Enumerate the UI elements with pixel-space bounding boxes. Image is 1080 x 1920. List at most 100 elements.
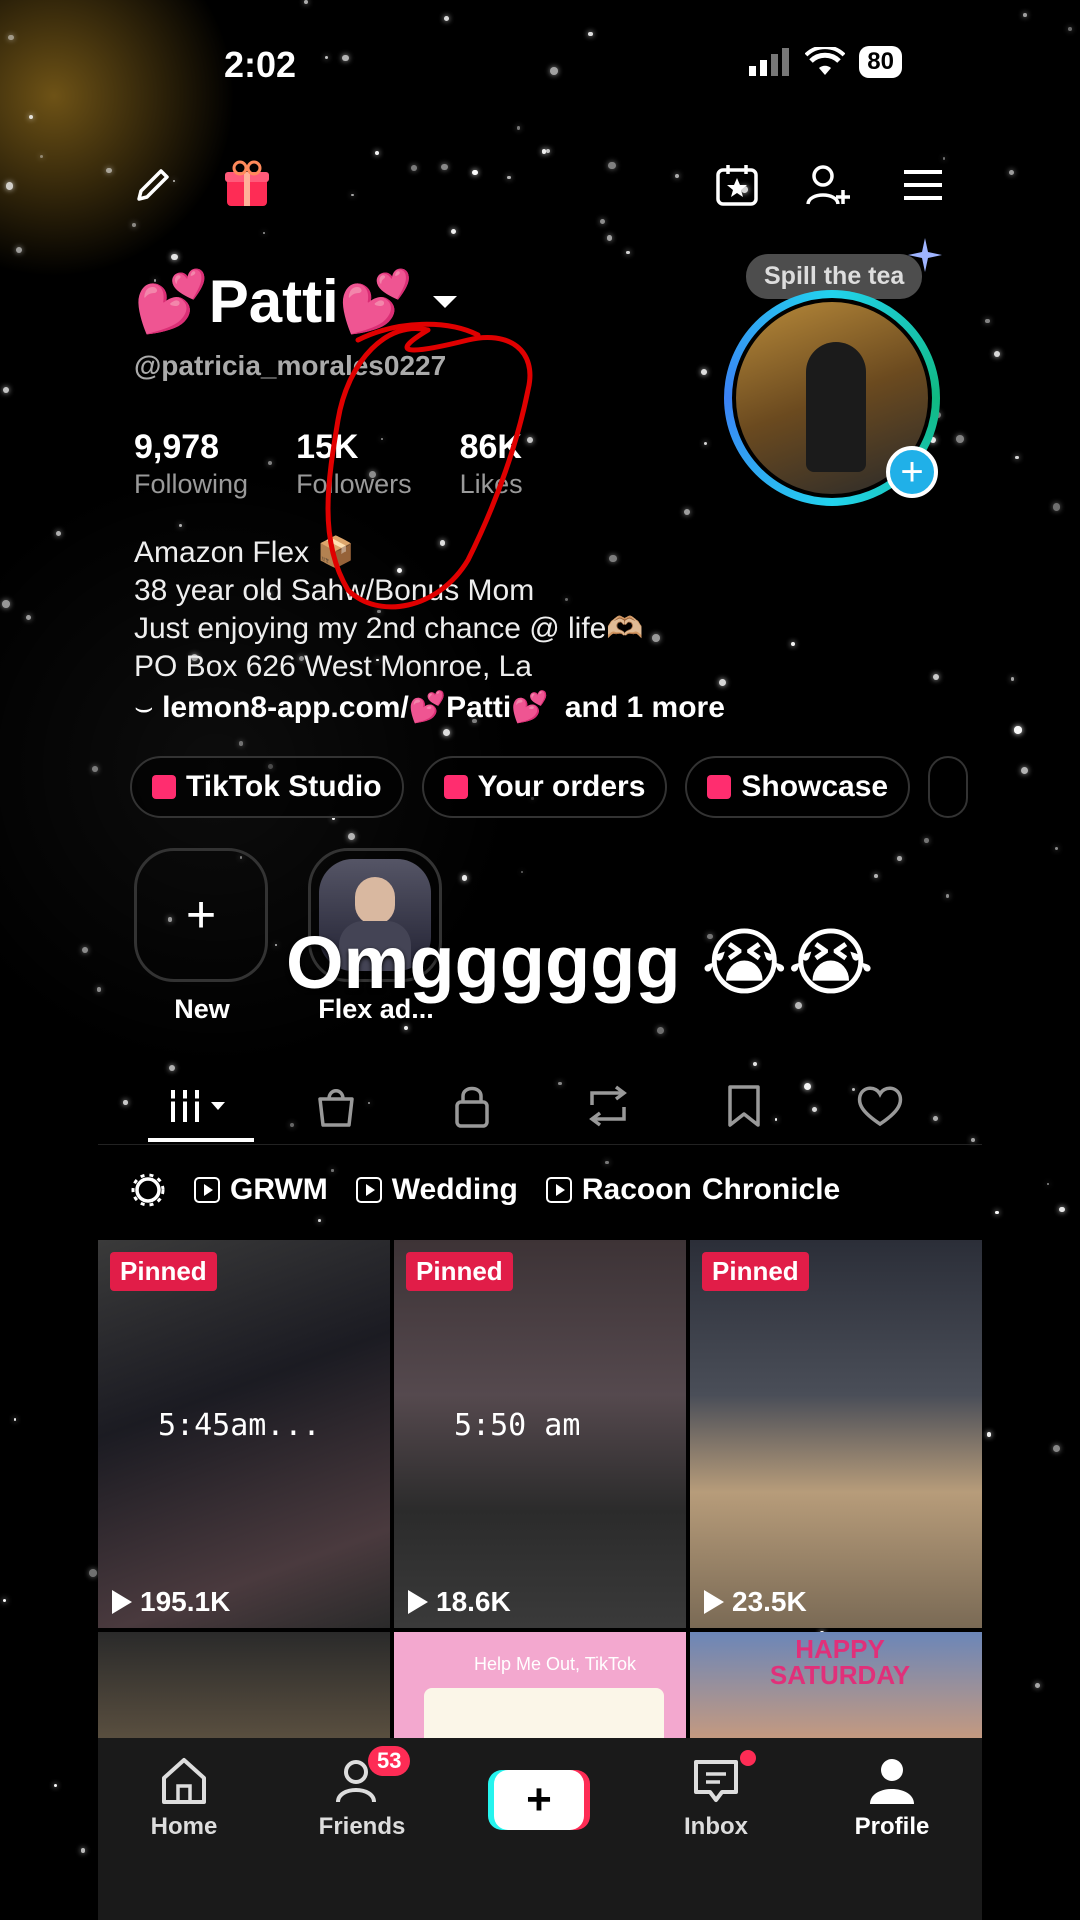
nav-friends[interactable]: 53 Friends bbox=[302, 1746, 422, 1841]
sparkle-dot bbox=[1034, 1683, 1040, 1689]
playlist-icon bbox=[355, 1177, 382, 1203]
status-icons: 80 bbox=[747, 46, 902, 78]
chevron-down-icon[interactable] bbox=[431, 292, 459, 312]
playlist-wedding[interactable]: Wedding bbox=[355, 1173, 518, 1207]
stat-followers[interactable]: 15K Followers bbox=[296, 428, 412, 500]
content-tabs bbox=[98, 1076, 982, 1146]
sparkle-icon bbox=[908, 238, 942, 272]
sparkle-dot bbox=[55, 531, 61, 537]
tab-favorites[interactable] bbox=[704, 1076, 784, 1136]
sparkle-dot bbox=[1014, 726, 1022, 734]
inbox-dot bbox=[740, 1750, 756, 1766]
tab-liked[interactable] bbox=[840, 1076, 920, 1136]
video-thumbnail[interactable]: Pinned 23.5K bbox=[690, 1240, 982, 1628]
bottom-nav: Home 53 Friends + Inbox Profile bbox=[98, 1738, 982, 1920]
sparkle-dot bbox=[1053, 1444, 1061, 1452]
add-friend-icon[interactable] bbox=[804, 160, 854, 210]
sparkle-dot bbox=[80, 1848, 86, 1853]
link-text: lemon8-app.com/💕Patti💕 bbox=[162, 691, 549, 724]
overlay-caption: Omgggggg 😭😭 bbox=[286, 921, 875, 1004]
story-new[interactable]: + New bbox=[134, 848, 270, 1025]
create-post-button[interactable]: + bbox=[494, 1770, 584, 1830]
nav-label: Inbox bbox=[684, 1813, 748, 1840]
tab-videos[interactable] bbox=[160, 1076, 240, 1136]
edit-pencil-icon[interactable] bbox=[128, 160, 178, 210]
more-pill[interactable] bbox=[928, 756, 969, 818]
tab-reposts[interactable] bbox=[568, 1076, 648, 1136]
stat-following[interactable]: 9,978 Following bbox=[134, 428, 248, 500]
profile-name[interactable]: 💕Patti💕 bbox=[134, 266, 459, 337]
link-icon: ⌣ bbox=[134, 691, 163, 724]
tiktok-studio-button[interactable]: TikTok Studio bbox=[130, 756, 404, 818]
nav-label: Profile bbox=[854, 1813, 930, 1840]
playlist-filters: GRWM Wedding Racoon Chronicle bbox=[130, 1172, 840, 1208]
pinned-badge: Pinned bbox=[110, 1252, 217, 1291]
sparkle-dot bbox=[1020, 766, 1028, 774]
sparkle-dot bbox=[1, 599, 10, 608]
tab-shop[interactable] bbox=[296, 1076, 376, 1136]
stat-label: Likes bbox=[459, 469, 523, 499]
playlist-grwm[interactable]: GRWM bbox=[194, 1173, 328, 1207]
profile-toolbar bbox=[98, 160, 982, 220]
profile-handle: @patricia_morales0227 bbox=[134, 350, 447, 381]
sparkle-dot bbox=[15, 246, 22, 254]
profile-name-text: 💕Patti💕 bbox=[134, 268, 414, 335]
calendar-star-icon[interactable] bbox=[712, 160, 762, 210]
wifi-icon bbox=[805, 47, 846, 75]
add-story-plus-icon[interactable]: + bbox=[886, 446, 938, 498]
stat-likes[interactable]: 86K Likes bbox=[460, 428, 523, 500]
menu-icon[interactable] bbox=[898, 160, 948, 210]
tabs-divider bbox=[98, 1144, 982, 1145]
sparkle-dot bbox=[1068, 26, 1073, 31]
video-thumbnail[interactable]: Pinned 5:45am... 195.1K bbox=[98, 1240, 390, 1628]
thumbnail-text: 5:50 am bbox=[454, 1408, 581, 1443]
battery-indicator: 80 bbox=[859, 46, 902, 78]
video-thumbnail[interactable]: HAPPY SATURDAY bbox=[690, 1632, 982, 1742]
profile-stats: 9,978 Following 15K Followers 86K Likes bbox=[134, 428, 523, 500]
plus-icon: + bbox=[185, 886, 217, 944]
stat-number: 9,978 bbox=[134, 428, 220, 466]
new-story-ring: + bbox=[134, 848, 268, 982]
pill-label: Your orders bbox=[477, 770, 646, 803]
playlist-label: Chronicle bbox=[701, 1173, 841, 1206]
gift-icon[interactable] bbox=[222, 160, 272, 210]
status-time: 2:02 bbox=[224, 44, 297, 85]
avatar[interactable]: + bbox=[724, 290, 940, 506]
active-tab-indicator bbox=[148, 1138, 254, 1142]
friends-badge: 53 bbox=[368, 1746, 411, 1776]
stat-number: 15K bbox=[296, 428, 359, 466]
playlist-label: Wedding bbox=[391, 1173, 518, 1206]
stat-label: Followers bbox=[296, 469, 412, 499]
pinned-badge: Pinned bbox=[406, 1252, 513, 1291]
showcase-bag-icon bbox=[707, 775, 732, 799]
showcase-button[interactable]: Showcase bbox=[685, 756, 911, 818]
video-thumbnail[interactable] bbox=[98, 1632, 390, 1742]
tab-private[interactable] bbox=[432, 1076, 512, 1136]
sparkle-dot bbox=[1046, 1182, 1049, 1185]
sparkle-dot bbox=[985, 318, 990, 324]
nav-inbox[interactable]: Inbox bbox=[656, 1750, 776, 1841]
playlist-icon bbox=[194, 1177, 220, 1203]
story-label: New bbox=[174, 994, 230, 1024]
inbox-icon bbox=[694, 1760, 738, 1802]
stat-number: 86K bbox=[459, 428, 522, 466]
video-thumbnail[interactable]: Pinned 5:50 am 18.6K bbox=[394, 1240, 686, 1628]
sparkle-dot bbox=[1023, 13, 1027, 17]
sort-gear-icon[interactable] bbox=[130, 1172, 166, 1208]
sparkle-dot bbox=[1054, 846, 1058, 850]
nav-home[interactable]: Home bbox=[124, 1756, 244, 1841]
profile-link[interactable]: ⌣ lemon8-app.com/💕Patti💕 and 1 more bbox=[134, 690, 725, 725]
profile-screen: 2:02 80 💕Patti💕 @patricia_morales0227 Sp… bbox=[98, 0, 982, 1920]
video-thumbnail[interactable]: Help Me Out, TikTok bbox=[394, 1632, 686, 1742]
your-orders-button[interactable]: Your orders bbox=[421, 756, 668, 818]
signal-icon bbox=[749, 48, 790, 76]
playlist-racoon-chronicle[interactable]: Racoon Chronicle bbox=[545, 1173, 841, 1207]
nav-profile[interactable]: Profile bbox=[832, 1756, 952, 1841]
view-count: 195.1K bbox=[112, 1586, 230, 1618]
pill-label: Showcase bbox=[741, 770, 889, 803]
thumbnail-text: Help Me Out, TikTok bbox=[474, 1654, 637, 1674]
home-icon bbox=[162, 1758, 206, 1804]
sparkle-dot bbox=[987, 1432, 992, 1437]
view-count: 23.5K bbox=[704, 1586, 807, 1618]
stat-label: Following bbox=[134, 469, 249, 499]
